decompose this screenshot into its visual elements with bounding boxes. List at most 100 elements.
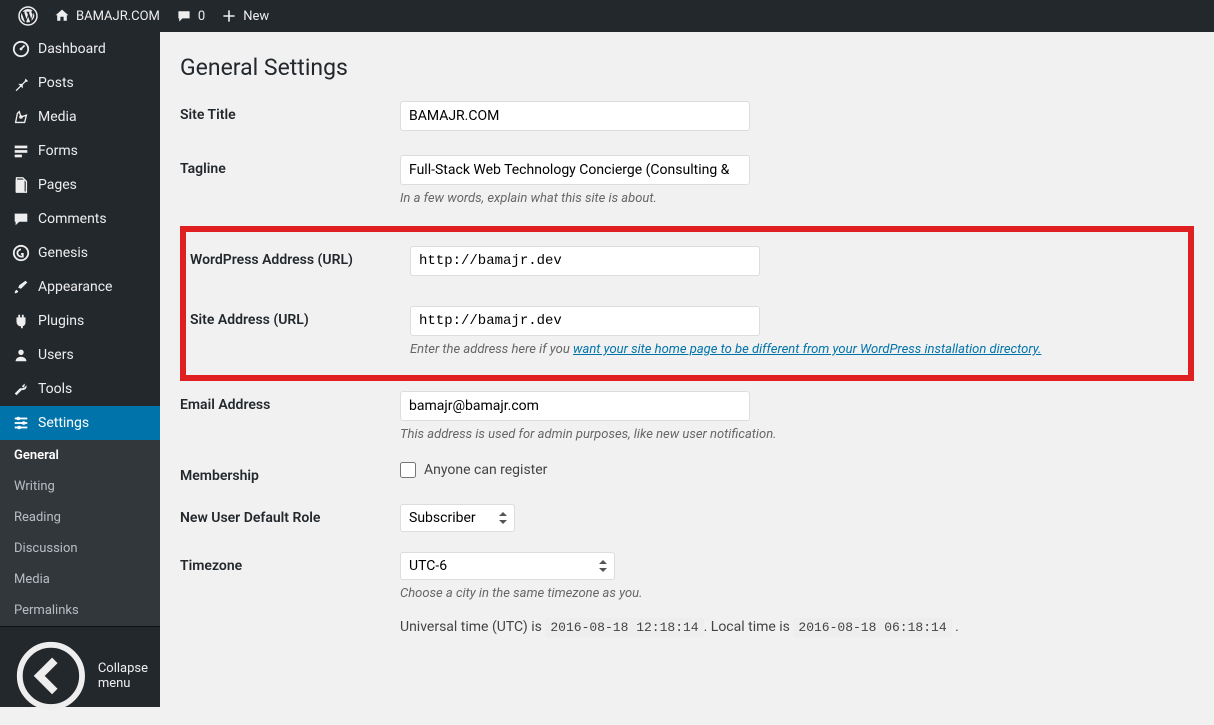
email-label: Email Address <box>180 391 400 442</box>
tagline-input[interactable] <box>400 155 750 185</box>
sidebar-label: Media <box>38 109 77 125</box>
email-input[interactable] <box>400 391 750 421</box>
timezone-help: Choose a city in the same timezone as yo… <box>400 586 1194 601</box>
timezone-select[interactable]: UTC-6 <box>400 552 615 580</box>
new-user-role-label: New User Default Role <box>180 504 400 532</box>
brush-icon <box>12 278 30 296</box>
wp-logo[interactable] <box>10 0 46 32</box>
wrench-icon <box>12 380 30 398</box>
site-title-label: Site Title <box>180 101 400 131</box>
admin-site-name: BAMAJR.COM <box>76 9 160 24</box>
sidebar-label: Posts <box>38 75 74 91</box>
time-suffix: . <box>952 619 959 635</box>
comments-link[interactable]: 0 <box>168 0 213 32</box>
utc-prefix: Universal time (UTC) is <box>400 619 545 635</box>
tagline-label: Tagline <box>180 155 400 206</box>
home-icon <box>54 8 70 24</box>
pushpin-icon <box>12 74 30 92</box>
sidebar-item-pages[interactable]: Pages <box>0 168 160 202</box>
local-prefix: . Local time is <box>704 619 794 635</box>
site-name-link[interactable]: BAMAJR.COM <box>46 0 168 32</box>
membership-row: Membership Anyone can register <box>180 462 1194 484</box>
email-help: This address is used for admin purposes,… <box>400 427 1194 442</box>
sidebar-sub-general[interactable]: General <box>0 440 160 471</box>
collapse-menu-button[interactable]: Collapse menu <box>0 626 160 725</box>
sidebar-label: Forms <box>38 143 78 159</box>
site-url-row: Site Address (URL) Enter the address her… <box>186 306 1188 357</box>
site-title-input[interactable] <box>400 101 750 131</box>
sidebar-item-dashboard[interactable]: Dashboard <box>0 32 160 66</box>
forms-icon <box>12 142 30 160</box>
sidebar-item-forms[interactable]: Forms <box>0 134 160 168</box>
tagline-row: Tagline In a few words, explain what thi… <box>180 155 1194 206</box>
sidebar-item-appearance[interactable]: Appearance <box>0 270 160 304</box>
sliders-icon <box>12 414 30 432</box>
pages-icon <box>12 176 30 194</box>
settings-content: General Settings Site Title Tagline In a… <box>160 32 1214 707</box>
sidebar-item-tools[interactable]: Tools <box>0 372 160 406</box>
admin-bar: BAMAJR.COM 0 New <box>0 0 1214 32</box>
membership-checkbox[interactable] <box>400 462 416 478</box>
main-wrap: Dashboard Posts Media Forms Pages Commen… <box>0 32 1214 707</box>
collapse-icon <box>12 637 90 715</box>
sidebar-sub-reading[interactable]: Reading <box>0 502 160 533</box>
new-user-role-row: New User Default Role Subscriber <box>180 504 1194 532</box>
genesis-icon <box>12 244 30 262</box>
collapse-label: Collapse menu <box>98 661 148 691</box>
plus-icon <box>221 8 237 24</box>
sidebar-item-users[interactable]: Users <box>0 338 160 372</box>
sidebar-item-comments[interactable]: Comments <box>0 202 160 236</box>
membership-option-label: Anyone can register <box>424 462 547 478</box>
sidebar-sub-discussion[interactable]: Discussion <box>0 533 160 564</box>
membership-label: Membership <box>180 462 400 484</box>
page-title: General Settings <box>180 54 1194 81</box>
sidebar-item-media[interactable]: Media <box>0 100 160 134</box>
comments-count: 0 <box>198 9 205 24</box>
local-time: 2016-08-18 06:18:14 <box>793 618 951 637</box>
sidebar-sub-permalinks[interactable]: Permalinks <box>0 595 160 626</box>
sidebar-sub-media[interactable]: Media <box>0 564 160 595</box>
site-url-label: Site Address (URL) <box>190 306 410 357</box>
sidebar-item-settings[interactable]: Settings <box>0 406 160 440</box>
new-label: New <box>243 9 269 24</box>
sidebar-item-genesis[interactable]: Genesis <box>0 236 160 270</box>
sidebar-sub-writing[interactable]: Writing <box>0 471 160 502</box>
site-url-input[interactable] <box>410 306 760 336</box>
media-icon <box>12 108 30 126</box>
sidebar-label: Users <box>38 347 74 363</box>
membership-checkbox-wrap[interactable]: Anyone can register <box>400 462 1194 478</box>
dashboard-icon <box>12 40 30 58</box>
sidebar-label: Dashboard <box>38 41 106 57</box>
new-user-role-select[interactable]: Subscriber <box>400 504 515 532</box>
sidebar-label: Plugins <box>38 313 84 329</box>
tagline-help: In a few words, explain what this site i… <box>400 191 1194 206</box>
comment-icon <box>176 8 192 24</box>
email-row: Email Address This address is used for a… <box>180 391 1194 442</box>
site-url-help: Enter the address here if you want your … <box>410 342 1184 357</box>
sidebar-label: Genesis <box>38 245 88 261</box>
sidebar-label: Comments <box>38 211 107 227</box>
wp-url-input[interactable] <box>410 246 760 276</box>
site-url-help-prefix: Enter the address here if you <box>410 342 573 357</box>
plugin-icon <box>12 312 30 330</box>
site-url-help-link[interactable]: want your site home page to be different… <box>573 342 1041 357</box>
url-highlight-box: WordPress Address (URL) Site Address (UR… <box>180 226 1194 381</box>
sidebar-item-posts[interactable]: Posts <box>0 66 160 100</box>
sidebar-label: Settings <box>38 415 89 431</box>
comments-icon <box>12 210 30 228</box>
wp-url-label: WordPress Address (URL) <box>190 246 410 276</box>
wordpress-logo-icon <box>18 6 38 26</box>
sidebar-label: Appearance <box>38 279 112 295</box>
timezone-row: Timezone UTC-6 Choose a city in the same… <box>180 552 1194 635</box>
sidebar-label: Tools <box>38 381 72 397</box>
new-content-link[interactable]: New <box>213 0 277 32</box>
users-icon <box>12 346 30 364</box>
sidebar-item-plugins[interactable]: Plugins <box>0 304 160 338</box>
admin-sidebar: Dashboard Posts Media Forms Pages Commen… <box>0 32 160 707</box>
sidebar-label: Pages <box>38 177 77 193</box>
wp-url-row: WordPress Address (URL) <box>186 246 1188 276</box>
timezone-label: Timezone <box>180 552 400 635</box>
utc-time: 2016-08-18 12:18:14 <box>545 618 703 637</box>
timezone-times: Universal time (UTC) is 2016-08-18 12:18… <box>400 619 1194 635</box>
site-title-row: Site Title <box>180 101 1194 131</box>
